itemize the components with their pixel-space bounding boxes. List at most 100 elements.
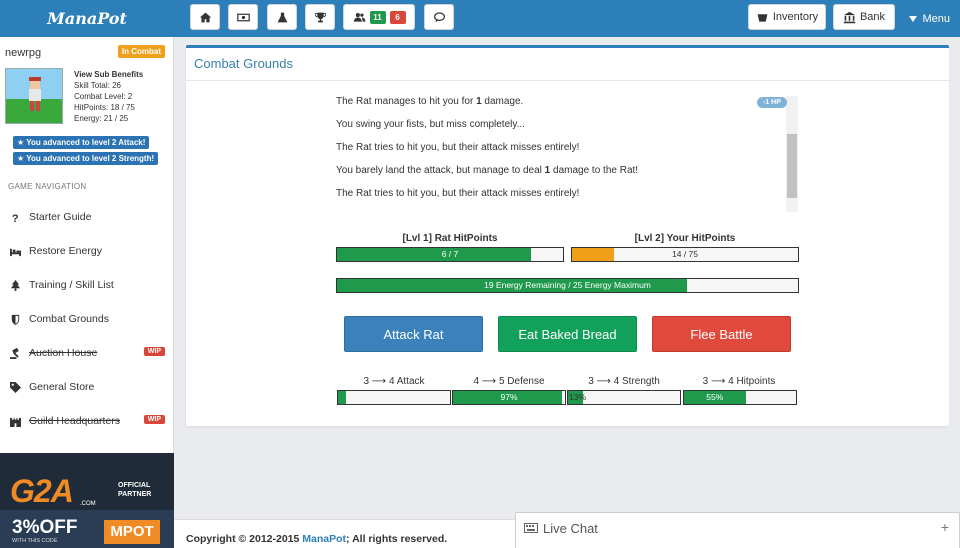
ad-partner-label: OFFICIAL PARTNER (118, 482, 152, 498)
wip-badge: WIP (143, 415, 165, 424)
view-sub-benefits-link[interactable]: View Sub Benefits (74, 69, 143, 80)
nav-item-guild-headquarters[interactable]: Guild Headquarters WIP (0, 409, 173, 433)
chat-button[interactable] (424, 4, 454, 30)
inventory-icon (757, 13, 768, 22)
trophy-icon (314, 12, 326, 22)
star-icon: ★ (17, 138, 25, 147)
brand-logo[interactable]: ManaPot (0, 0, 174, 37)
star-icon: ★ (17, 154, 25, 163)
chat-bubble-icon (433, 11, 445, 22)
tree-icon (10, 279, 21, 291)
combat-log[interactable]: The Rat manages to hit you for 1 damage.… (336, 96, 798, 212)
avatar-image (6, 69, 62, 123)
page-title: Combat Grounds (194, 56, 293, 71)
flee-button[interactable]: Flee Battle (652, 316, 791, 352)
caret-down-icon (909, 15, 918, 22)
level-up-notice: ★ You advanced to level 2 Strength! (13, 152, 159, 165)
skill-defense-label: 4 ⟶ 5 Defense (473, 376, 545, 387)
log-line: You swing your fists, but miss completel… (336, 119, 525, 130)
log-scrollbar[interactable] (786, 96, 798, 212)
enemy-hp-text: 6 / 7 (441, 249, 459, 259)
g2a-partner-ad[interactable]: G2A .COM OFFICIAL PARTNER 3%OFF WITH THI… (0, 453, 174, 548)
player-hp-bar: 14 / 75 (571, 247, 799, 262)
scrollbar-thumb[interactable] (787, 134, 797, 198)
combat-level: Combat Level: 2 (74, 92, 133, 101)
castle-icon (10, 416, 21, 427)
players-button[interactable]: 11 6 (343, 4, 415, 30)
keyboard-icon (524, 523, 538, 536)
eat-food-button[interactable]: Eat Baked Bread (498, 316, 637, 352)
flask-icon (277, 12, 287, 22)
copyright: Copyright © 2012-2015 ManaPot; All right… (186, 533, 448, 545)
energy-stat: Energy: 21 / 25 (74, 114, 129, 123)
player-hp-text: 14 / 75 (672, 249, 698, 259)
nav-item-starter-guide[interactable]: ? Starter Guide (0, 205, 173, 229)
bank-label: Bank (859, 11, 886, 23)
nav-item-restore-energy[interactable]: Restore Energy (0, 239, 173, 263)
skill-attack-bar (337, 390, 451, 405)
nav-item-general-store[interactable]: General Store (0, 375, 173, 399)
gavel-icon (10, 347, 21, 359)
player-name[interactable]: newrpg (5, 47, 41, 59)
energy-text: 19 Energy Remaining / 25 Energy Maximum (484, 280, 651, 290)
log-line: The Rat manages to hit you for 1 damage. (336, 96, 524, 107)
ad-code: MPOT (104, 520, 160, 544)
footer-brand-link[interactable]: ManaPot (302, 533, 346, 545)
bank-button[interactable]: Bank (833, 4, 895, 30)
hp-change-badge: -1 HP (757, 97, 787, 108)
skill-attack-label: 3 ⟶ 4 Attack (363, 376, 425, 387)
question-icon: ? (10, 212, 21, 223)
alert-count-badge: 6 (389, 10, 406, 24)
attack-button[interactable]: Attack Rat (344, 316, 483, 352)
skill-strength-label: 3 ⟶ 4 Strength (588, 376, 660, 387)
home-button[interactable] (190, 4, 220, 30)
money-icon (236, 13, 250, 21)
enemy-hp-label: [Lvl 1] Rat HitPoints (402, 233, 498, 244)
skill-defense-bar: 97% (452, 390, 566, 405)
menu-dropdown[interactable]: Menu (909, 0, 950, 37)
trophy-button[interactable] (305, 4, 335, 30)
player-stats: View Sub Benefits Skill Total: 26 Combat… (74, 69, 143, 124)
level-up-notice: ★ You advanced to level 2 Attack! (13, 136, 150, 149)
ad-discount: 3%OFF (12, 517, 78, 538)
live-chat-title: Live Chat (543, 521, 598, 536)
nav-item-training[interactable]: Training / Skill List (0, 273, 173, 297)
users-icon (353, 12, 365, 22)
skill-hitpoints-bar: 55% (683, 390, 797, 405)
nav-header: GAME NAVIGATION (8, 182, 87, 191)
panel-divider (186, 80, 949, 81)
nav-item-auction-house[interactable]: Auction House WIP (0, 341, 173, 365)
money-button[interactable] (228, 4, 258, 30)
inventory-button[interactable]: Inventory (748, 4, 826, 30)
svg-text:?: ? (12, 213, 19, 223)
enemy-hp-bar: 6 / 7 (336, 247, 564, 262)
hitpoints-stat: HitPoints: 18 / 75 (74, 103, 135, 112)
bed-icon (10, 246, 21, 257)
expand-chat-button[interactable]: + (941, 519, 949, 535)
ad-logo-sub: .COM (80, 501, 96, 507)
inventory-label: Inventory (772, 11, 819, 23)
skill-hitpoints-text: 55% (706, 392, 724, 402)
avatar[interactable] (5, 68, 63, 124)
player-hp-label: [Lvl 2] Your HitPoints (634, 233, 736, 244)
live-chat-panel[interactable]: Live Chat + (515, 512, 960, 548)
log-line: The Rat tries to hit you, but their atta… (336, 142, 580, 153)
online-count-badge: 11 (369, 10, 386, 24)
combat-panel: Combat Grounds The Rat manages to hit yo… (186, 45, 949, 426)
menu-label: Menu (922, 12, 950, 25)
wip-badge: WIP (143, 347, 165, 356)
ad-logo: G2A (10, 473, 74, 509)
skill-defense-text: 97% (500, 392, 518, 402)
tag-icon (10, 381, 21, 393)
top-bar: ManaPot 11 6 Inventory Bank Menu (0, 0, 960, 37)
skill-attack-text (338, 391, 450, 404)
status-badge: In Combat (117, 45, 165, 58)
bank-icon (843, 11, 856, 23)
home-icon (199, 12, 211, 22)
nav-item-combat-grounds[interactable]: Combat Grounds (0, 307, 173, 331)
skill-strength-text: 13% (569, 392, 587, 402)
shield-icon (10, 314, 21, 325)
flask-button[interactable] (267, 4, 297, 30)
log-line: You barely land the attack, but manage t… (336, 165, 639, 176)
energy-bar: 19 Energy Remaining / 25 Energy Maximum (336, 278, 799, 293)
